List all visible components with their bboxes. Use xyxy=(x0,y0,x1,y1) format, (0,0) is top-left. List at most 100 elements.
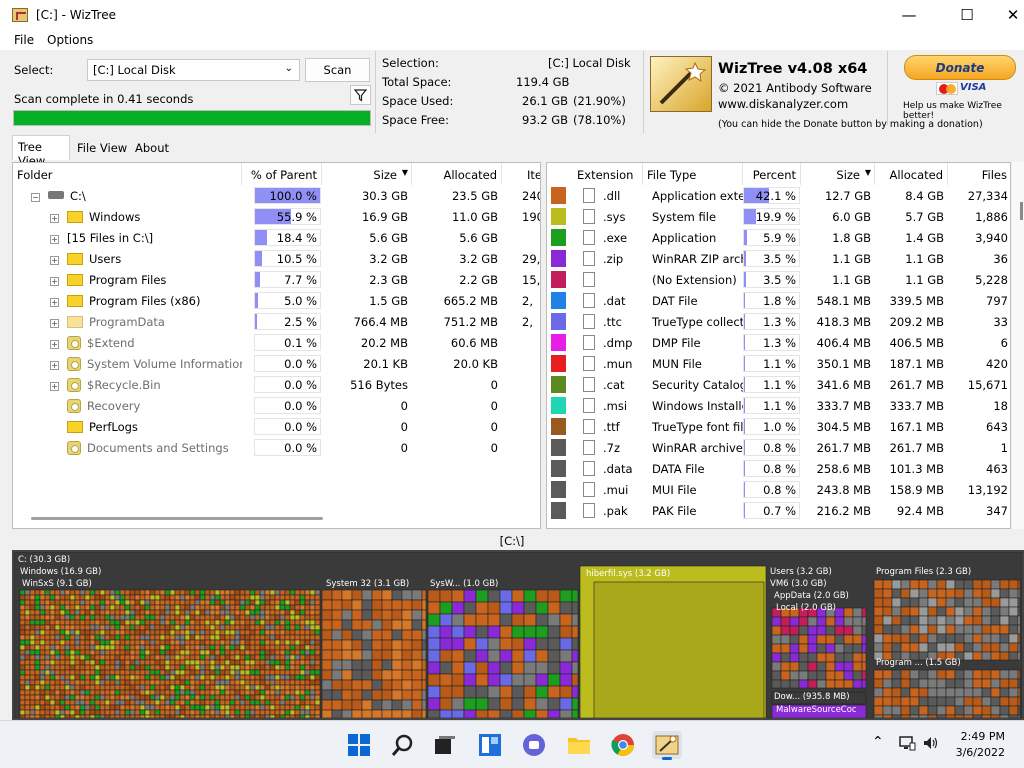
treemap-block[interactable] xyxy=(184,664,191,671)
treemap-block[interactable] xyxy=(1017,705,1021,716)
treemap-block[interactable] xyxy=(104,594,111,601)
treemap-block[interactable] xyxy=(224,689,231,696)
treemap-block[interactable] xyxy=(421,629,427,641)
treemap-block[interactable] xyxy=(945,696,956,707)
extension-row[interactable]: .dat DAT File 1.8 % 548.1 MB 339.5 MB 797 xyxy=(547,290,1010,311)
treemap-block[interactable] xyxy=(29,649,36,656)
treemap-block[interactable] xyxy=(144,634,151,641)
treemap-block[interactable] xyxy=(54,594,61,601)
treemap-block[interactable] xyxy=(119,664,126,671)
treemap-block[interactable] xyxy=(361,689,373,701)
treemap-block[interactable] xyxy=(229,614,236,621)
treemap-block[interactable] xyxy=(139,619,146,626)
minimize-button[interactable]: — xyxy=(886,0,932,30)
treemap-block[interactable] xyxy=(475,661,489,675)
treemap-block[interactable] xyxy=(523,637,537,651)
treemap-block[interactable] xyxy=(214,689,221,696)
treemap-block[interactable] xyxy=(99,624,106,631)
treemap-block[interactable] xyxy=(174,714,181,718)
treemap-block[interactable] xyxy=(304,599,311,606)
treemap-block[interactable] xyxy=(963,588,974,599)
treemap-block[interactable] xyxy=(475,625,489,639)
treemap-block[interactable] xyxy=(314,634,321,641)
treemap-block[interactable] xyxy=(274,594,281,601)
treemap-block[interactable] xyxy=(945,678,956,689)
treemap-block[interactable] xyxy=(861,634,867,645)
treemap-block[interactable] xyxy=(209,694,216,701)
treemap-block[interactable] xyxy=(882,714,893,718)
treemap-block[interactable] xyxy=(189,709,196,716)
treemap-block[interactable] xyxy=(34,629,41,636)
treemap-block[interactable] xyxy=(299,699,306,706)
treemap-block[interactable] xyxy=(189,594,196,601)
treemap-block[interactable] xyxy=(421,699,427,711)
treemap-block[interactable] xyxy=(535,613,549,627)
treemap-block[interactable] xyxy=(24,684,31,691)
treemap-block[interactable] xyxy=(79,619,86,626)
treemap-block[interactable] xyxy=(304,644,311,651)
treemap-block[interactable] xyxy=(219,684,226,691)
treemap-block[interactable] xyxy=(219,659,226,666)
treemap-block[interactable] xyxy=(149,609,156,616)
treemap-block[interactable] xyxy=(571,697,579,711)
treemap-block[interactable] xyxy=(264,619,271,626)
treemap-block[interactable] xyxy=(174,594,181,601)
treemap-block[interactable] xyxy=(351,649,363,661)
treemap-block[interactable] xyxy=(999,678,1010,689)
treemap-block[interactable] xyxy=(299,649,306,656)
treemap-block[interactable] xyxy=(134,634,141,641)
treemap-block[interactable] xyxy=(401,679,413,691)
treemap-block[interactable] xyxy=(69,704,76,711)
treemap-block[interactable] xyxy=(199,674,206,681)
treemap-block[interactable] xyxy=(963,633,974,644)
treemap-block[interactable] xyxy=(29,609,36,616)
treemap-block[interactable] xyxy=(79,709,86,716)
treemap-block[interactable] xyxy=(79,704,86,711)
treemap-block[interactable] xyxy=(49,674,56,681)
treemap-block[interactable] xyxy=(239,714,246,718)
treemap-block[interactable] xyxy=(511,685,525,699)
treemap-block[interactable] xyxy=(954,669,965,680)
treemap-block[interactable] xyxy=(144,689,151,696)
treemap-block[interactable] xyxy=(164,689,171,696)
treemap-block[interactable] xyxy=(99,634,106,641)
treemap-block[interactable] xyxy=(114,684,121,691)
treemap-block[interactable] xyxy=(771,679,782,689)
treemap-block[interactable] xyxy=(304,634,311,641)
treemap-block[interactable] xyxy=(909,678,920,689)
treemap-block[interactable] xyxy=(204,669,211,676)
treemap-block[interactable] xyxy=(269,674,276,681)
treemap-block[interactable] xyxy=(209,684,216,691)
treemap-block[interactable] xyxy=(114,659,121,666)
menu-file[interactable]: File xyxy=(14,33,34,47)
treemap-block[interactable] xyxy=(304,589,311,596)
treemap-block[interactable] xyxy=(39,634,46,641)
treemap-block[interactable] xyxy=(174,689,181,696)
treemap-block[interactable] xyxy=(314,624,321,631)
treemap-block[interactable] xyxy=(807,616,818,627)
treemap-block[interactable] xyxy=(381,599,393,611)
treemap-block[interactable] xyxy=(391,699,403,711)
treemap-block[interactable] xyxy=(371,629,383,641)
treemap-block[interactable] xyxy=(79,639,86,646)
treemap-block[interactable] xyxy=(169,624,176,631)
treemap-block[interactable] xyxy=(24,614,31,621)
treemap-block[interactable] xyxy=(174,674,181,681)
treemap-block[interactable] xyxy=(571,661,579,675)
treemap-block[interactable] xyxy=(44,714,51,718)
treemap-block[interactable] xyxy=(139,599,146,606)
treemap-block[interactable] xyxy=(124,669,131,676)
treemap-block[interactable] xyxy=(309,589,316,596)
treemap-block[interactable] xyxy=(254,594,261,601)
treemap-block[interactable] xyxy=(999,669,1010,680)
treemap-block[interactable] xyxy=(321,589,333,601)
treemap-block[interactable] xyxy=(129,684,136,691)
treemap-block[interactable] xyxy=(371,669,383,681)
treemap-block[interactable] xyxy=(535,685,549,699)
treemap-block[interactable] xyxy=(852,607,863,618)
tree-row[interactable]: + Program Files (x86) 5.0 % 1.5 GB 665.2 MB 2… xyxy=(13,290,540,311)
treemap-block[interactable] xyxy=(909,633,920,644)
treemap-block[interactable] xyxy=(401,649,413,661)
search-button[interactable] xyxy=(389,731,417,759)
treemap-block[interactable] xyxy=(1008,597,1019,608)
